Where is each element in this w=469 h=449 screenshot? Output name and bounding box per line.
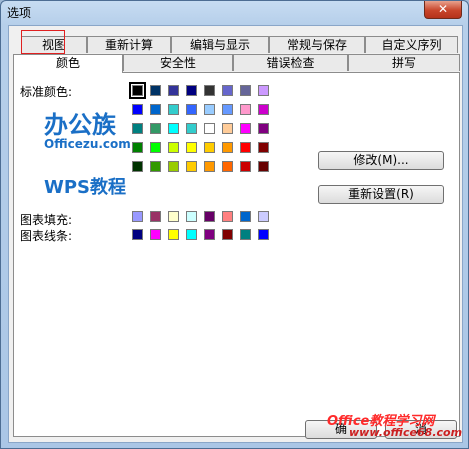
- color-swatch[interactable]: [168, 123, 179, 134]
- color-swatch[interactable]: [258, 161, 269, 172]
- color-swatch[interactable]: [240, 161, 251, 172]
- tab-error-check[interactable]: 错误检查: [233, 54, 348, 71]
- tab-recalc[interactable]: 重新计算: [87, 36, 171, 53]
- color-swatch[interactable]: [168, 142, 179, 153]
- color-swatch[interactable]: [168, 161, 179, 172]
- color-swatch[interactable]: [150, 142, 161, 153]
- fill-color-swatch[interactable]: [132, 211, 143, 222]
- color-swatch[interactable]: [129, 82, 146, 99]
- color-swatch[interactable]: [222, 104, 233, 115]
- color-swatch[interactable]: [186, 161, 197, 172]
- color-swatch[interactable]: [240, 142, 251, 153]
- color-swatch[interactable]: [204, 104, 215, 115]
- chart-fill-label: 图表填充:: [20, 213, 73, 227]
- highlight-box: [21, 30, 65, 54]
- color-swatch[interactable]: [186, 104, 197, 115]
- color-swatch[interactable]: [222, 161, 233, 172]
- tab-security[interactable]: 安全性: [123, 54, 233, 71]
- color-swatch[interactable]: [168, 104, 179, 115]
- line-color-swatch[interactable]: [222, 229, 233, 240]
- line-color-swatch[interactable]: [150, 229, 161, 240]
- color-swatch[interactable]: [204, 85, 215, 96]
- color-swatch[interactable]: [186, 85, 197, 96]
- color-swatch[interactable]: [204, 142, 215, 153]
- color-swatch[interactable]: [150, 123, 161, 134]
- color-swatch[interactable]: [186, 123, 197, 134]
- tab-spelling[interactable]: 拼写: [348, 54, 460, 71]
- line-color-swatch[interactable]: [186, 229, 197, 240]
- color-swatch[interactable]: [204, 161, 215, 172]
- tab-general-save[interactable]: 常规与保存: [269, 36, 365, 53]
- dialog-client: 视图 重新计算 编辑与显示 常规与保存 自定义序列 颜色 安全性 错误检查 拼写…: [8, 25, 463, 443]
- tab-custom-list[interactable]: 自定义序列: [365, 36, 458, 53]
- reset-button[interactable]: 重新设置(R): [318, 185, 444, 204]
- line-color-swatch[interactable]: [204, 229, 215, 240]
- watermark-site-url: www.office68.com: [349, 426, 463, 439]
- close-button[interactable]: ✕: [424, 1, 462, 19]
- fill-color-swatch[interactable]: [258, 211, 269, 222]
- color-swatch[interactable]: [132, 104, 143, 115]
- watermark-wps: WPS教程: [44, 177, 127, 198]
- color-swatch[interactable]: [150, 161, 161, 172]
- color-swatch[interactable]: [150, 85, 161, 96]
- fill-color-swatch[interactable]: [150, 211, 161, 222]
- standard-colors-label: 标准颜色:: [20, 85, 73, 99]
- tab-color[interactable]: 颜色: [13, 54, 123, 73]
- watermark-brand: 办公族: [44, 111, 116, 139]
- fill-color-swatch[interactable]: [186, 211, 197, 222]
- watermark-brand-url: Officezu.com: [44, 137, 131, 151]
- color-swatch[interactable]: [186, 142, 197, 153]
- fill-color-swatch[interactable]: [222, 211, 233, 222]
- color-swatch[interactable]: [258, 85, 269, 96]
- color-swatch[interactable]: [222, 142, 233, 153]
- color-panel: 标准颜色: 图表填充: 图表线条: 修改(M)... 重新设置(R) 办公族 O…: [13, 72, 460, 437]
- color-swatch[interactable]: [168, 85, 179, 96]
- color-swatch[interactable]: [222, 85, 233, 96]
- dialog-title: 选项: [7, 6, 32, 20]
- color-swatch[interactable]: [240, 123, 251, 134]
- color-swatch[interactable]: [240, 104, 251, 115]
- tab-edit-display[interactable]: 编辑与显示: [171, 36, 269, 53]
- color-swatch[interactable]: [132, 161, 143, 172]
- line-color-swatch[interactable]: [168, 229, 179, 240]
- line-color-swatch[interactable]: [240, 229, 251, 240]
- color-swatch[interactable]: [150, 104, 161, 115]
- color-swatch[interactable]: [132, 142, 143, 153]
- color-swatch[interactable]: [222, 123, 233, 134]
- color-swatch[interactable]: [240, 85, 251, 96]
- color-swatch[interactable]: [258, 104, 269, 115]
- color-swatch[interactable]: [258, 123, 269, 134]
- options-dialog: 选项 ✕ 视图 重新计算 编辑与显示 常规与保存 自定义序列 颜色 安全性 错误…: [0, 0, 469, 449]
- chart-line-label: 图表线条:: [20, 229, 73, 243]
- color-swatch[interactable]: [258, 142, 269, 153]
- line-color-swatch[interactable]: [258, 229, 269, 240]
- modify-button[interactable]: 修改(M)...: [318, 151, 444, 170]
- color-swatch[interactable]: [204, 123, 215, 134]
- fill-color-swatch[interactable]: [168, 211, 179, 222]
- line-color-swatch[interactable]: [132, 229, 143, 240]
- color-swatch[interactable]: [132, 123, 143, 134]
- fill-color-swatch[interactable]: [204, 211, 215, 222]
- fill-color-swatch[interactable]: [240, 211, 251, 222]
